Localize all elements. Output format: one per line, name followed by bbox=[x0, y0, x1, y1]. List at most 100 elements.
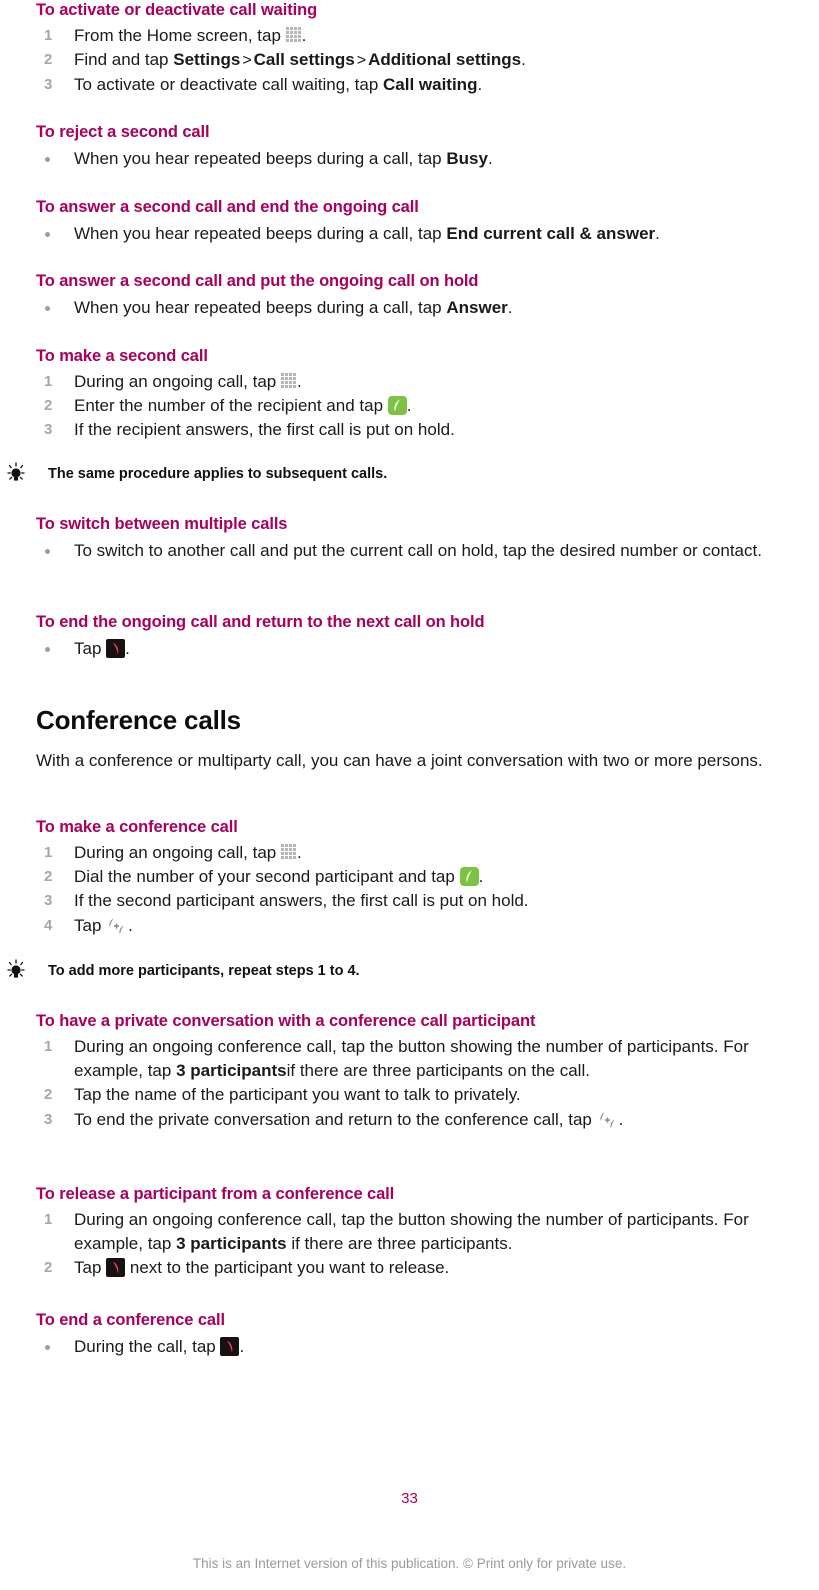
step-number: 1 bbox=[44, 844, 53, 861]
step-item: 3 If the recipient answers, the first ca… bbox=[36, 418, 807, 442]
step-number: 3 bbox=[44, 421, 53, 439]
button-label-3-participants: 3 participants bbox=[176, 1234, 287, 1254]
step-item: 2 Dial the number of your second partici… bbox=[36, 865, 807, 889]
step-number: 3 bbox=[44, 76, 53, 94]
step-text: During an ongoing call, tap bbox=[74, 843, 281, 862]
step-item: 1 During an ongoing call, tap . bbox=[36, 370, 807, 394]
bullet-dot-icon bbox=[45, 306, 50, 311]
dialpad-grid-icon bbox=[280, 844, 297, 860]
bullet-dot-icon bbox=[45, 157, 50, 162]
bullet-item: During the call, tap . bbox=[36, 1335, 807, 1359]
step-text: Tap bbox=[74, 1258, 107, 1278]
page-number: 33 bbox=[401, 1490, 418, 1507]
step-number: 3 bbox=[44, 1110, 53, 1128]
tip-note-subsequent-calls: The same procedure applies to subsequent… bbox=[0, 462, 768, 484]
menu-item-call-waiting: Call waiting bbox=[383, 75, 478, 95]
merge-calls-icon bbox=[106, 917, 128, 935]
step-list: 1 During an ongoing call, tap . 2 Dial t… bbox=[36, 841, 807, 938]
bullet-list: During the call, tap . bbox=[36, 1335, 807, 1359]
section-conference-calls: Conference calls With a conference or mu… bbox=[36, 705, 807, 773]
procedure-title: To end a conference call bbox=[36, 1311, 225, 1329]
step-item: 2 Enter the number of the recipient and … bbox=[36, 394, 807, 418]
step-number: 1 bbox=[44, 373, 53, 390]
end-call-icon bbox=[220, 1337, 240, 1356]
step-number: 1 bbox=[44, 1211, 53, 1228]
procedure-title: To have a private conversation with a co… bbox=[36, 1012, 536, 1030]
tip-note-add-participants: To add more participants, repeat steps 1… bbox=[0, 959, 788, 981]
step-text-end: . bbox=[301, 26, 307, 45]
step-item: 3 To end the private conversation and re… bbox=[36, 1108, 807, 1132]
menu-path-call-settings: Call settings bbox=[253, 50, 355, 70]
step-text-end: if there are three participants. bbox=[286, 1234, 513, 1254]
step-list: 1 During an ongoing conference call, tap… bbox=[36, 1208, 807, 1281]
bullet-item: Tap . bbox=[36, 637, 807, 661]
step-number: 2 bbox=[44, 397, 53, 415]
step-text-end: . bbox=[406, 396, 412, 416]
section-call-waiting: To activate or deactivate call waiting 1… bbox=[36, 0, 807, 98]
step-number: 2 bbox=[44, 1259, 53, 1277]
bullet-text-end: . bbox=[125, 639, 130, 658]
section-reject-second-call: To reject a second call When you hear re… bbox=[36, 122, 807, 171]
footer-copyright-note: This is an Internet version of this publ… bbox=[192, 1556, 627, 1571]
end-call-icon bbox=[106, 639, 126, 658]
section-make-second-call: To make a second call 1 During an ongoin… bbox=[36, 346, 807, 443]
step-text: If the recipient answers, the first call… bbox=[74, 420, 455, 440]
bullet-text-end: . bbox=[239, 1337, 245, 1356]
step-text: If the second participant answers, the f… bbox=[74, 891, 529, 911]
step-text-end: . bbox=[521, 50, 526, 70]
procedure-title: To answer a second call and put the ongo… bbox=[36, 272, 479, 290]
step-item: 1 During an ongoing conference call, tap… bbox=[36, 1035, 807, 1083]
button-label-answer: Answer bbox=[446, 298, 508, 317]
bullet-text: To switch to another call and put the cu… bbox=[74, 541, 762, 560]
step-text: To activate or deactivate call waiting, … bbox=[74, 75, 383, 95]
section-switch-calls: To switch between multiple calls To swit… bbox=[36, 514, 807, 563]
procedure-title: To end the ongoing call and return to th… bbox=[36, 613, 485, 631]
step-text-end: . bbox=[128, 915, 133, 935]
bullet-text: During the call, tap bbox=[74, 1337, 221, 1356]
procedure-title: To switch between multiple calls bbox=[36, 515, 288, 533]
bullet-list: When you hear repeated beeps during a ca… bbox=[36, 296, 807, 320]
bullet-text: When you hear repeated beeps during a ca… bbox=[74, 149, 447, 168]
bullet-text-end: . bbox=[487, 149, 493, 168]
menu-path-settings: Settings bbox=[173, 50, 241, 70]
section-end-conference-call: To end a conference call During the call… bbox=[36, 1310, 807, 1359]
step-text: Tap bbox=[74, 915, 107, 935]
bullet-text: Tap bbox=[74, 639, 107, 658]
section-private-conversation: To have a private conversation with a co… bbox=[36, 1011, 807, 1132]
procedure-title: To activate or deactivate call waiting bbox=[36, 1, 318, 19]
step-text-end: . bbox=[618, 1109, 624, 1129]
step-number: 2 bbox=[44, 51, 53, 69]
section-answer-end-ongoing: To answer a second call and end the ongo… bbox=[36, 197, 807, 246]
bullet-list: When you hear repeated beeps during a ca… bbox=[36, 222, 807, 246]
procedure-title: To make a second call bbox=[36, 347, 208, 365]
section-answer-hold-ongoing: To answer a second call and put the ongo… bbox=[36, 271, 807, 320]
step-item: 4 Tap . bbox=[36, 914, 807, 938]
step-item: 1 During an ongoing conference call, tap… bbox=[36, 1208, 807, 1256]
step-text: During an ongoing call, tap bbox=[74, 372, 281, 391]
bullet-dot-icon bbox=[45, 1345, 50, 1350]
step-item: 1 During an ongoing call, tap . bbox=[36, 841, 807, 865]
section-end-return-hold: To end the ongoing call and return to th… bbox=[36, 612, 807, 661]
bullet-text-end: . bbox=[507, 298, 513, 317]
step-text: Tap the name of the participant you want… bbox=[74, 1085, 521, 1105]
manual-page: To activate or deactivate call waiting 1… bbox=[0, 0, 819, 1590]
step-text-end: . bbox=[477, 75, 483, 95]
step-list: 1 During an ongoing conference call, tap… bbox=[36, 1035, 807, 1132]
step-text-end: if there are three participants on the c… bbox=[286, 1061, 590, 1081]
bullet-dot-icon bbox=[45, 232, 50, 237]
app-drawer-grid-icon bbox=[285, 27, 302, 43]
step-text-end: . bbox=[296, 843, 302, 862]
bullet-item: When you hear repeated beeps during a ca… bbox=[36, 296, 807, 320]
step-item: 2 Tap next to the participant you want t… bbox=[36, 1256, 807, 1280]
step-list: 1 During an ongoing call, tap . 2 Enter … bbox=[36, 370, 807, 443]
step-list: 1 From the Home screen, tap . 2 Find and… bbox=[36, 24, 807, 98]
procedure-title: To reject a second call bbox=[36, 123, 210, 141]
step-number: 1 bbox=[44, 1038, 53, 1055]
button-label-3-participants: 3 participants bbox=[176, 1061, 287, 1081]
path-separator: > bbox=[242, 52, 252, 70]
section-intro-text: With a conference or multiparty call, yo… bbox=[36, 751, 763, 770]
end-call-icon bbox=[106, 1258, 126, 1278]
menu-path-additional-settings: Additional settings bbox=[368, 50, 522, 70]
bullet-item: When you hear repeated beeps during a ca… bbox=[36, 147, 807, 171]
bullet-dot-icon bbox=[45, 647, 50, 652]
